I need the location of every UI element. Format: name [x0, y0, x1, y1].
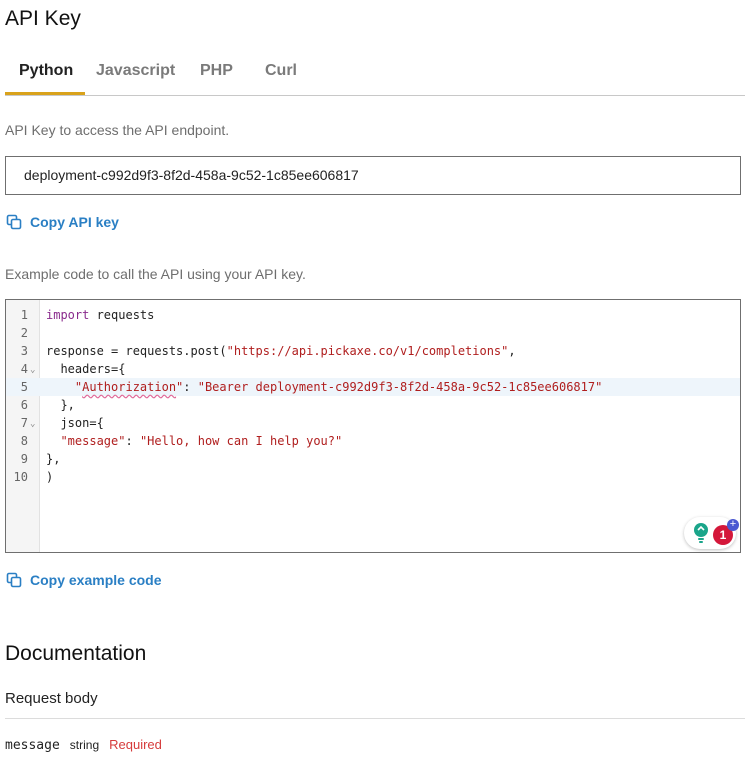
- line-number: 2: [20, 326, 28, 340]
- line-number: 6: [20, 398, 28, 412]
- lightbulb-icon: [694, 523, 708, 543]
- plus-icon: +: [727, 519, 739, 531]
- api-key-field[interactable]: deployment-c992d9f3-8f2d-458a-9c52-1c85e…: [5, 156, 741, 195]
- line-number: 1: [20, 308, 28, 322]
- param-required: Required: [109, 737, 162, 752]
- param-row: message string Required: [5, 737, 162, 753]
- fold-chevron-icon[interactable]: ⌄: [30, 415, 35, 433]
- documentation-title: Documentation: [5, 642, 147, 665]
- line-number: 3: [20, 344, 28, 358]
- fold-chevron-icon[interactable]: ⌄: [30, 361, 35, 379]
- line-number: 7: [20, 416, 28, 430]
- param-name: message: [5, 738, 60, 753]
- code-line: 1 import requests: [6, 306, 740, 324]
- copy-api-key-label: Copy API key: [30, 214, 119, 230]
- active-tab-indicator: [5, 92, 85, 95]
- copy-icon: [6, 572, 22, 588]
- api-key-value: deployment-c992d9f3-8f2d-458a-9c52-1c85e…: [24, 167, 359, 183]
- line-number: 4: [20, 362, 28, 376]
- line-number: 8: [20, 434, 28, 448]
- code-line: 3 response = requests.post("https://api.p…: [6, 342, 740, 360]
- code-line: 5 "Authorization": "Bearer deployment-c9…: [6, 378, 740, 396]
- code-text: },: [46, 398, 75, 412]
- copy-example-code-button[interactable]: Copy example code: [6, 572, 162, 588]
- request-body-heading: Request body: [5, 690, 98, 707]
- code-text: response = requests.post("https://api.pi…: [46, 344, 516, 358]
- code-line: 7 ⌄ json={: [6, 414, 740, 432]
- tab-php[interactable]: PHP: [200, 62, 233, 80]
- line-number: 10: [13, 470, 28, 484]
- code-text: ): [46, 470, 54, 484]
- code-text: "Authorization": "Bearer deployment-c992…: [46, 380, 603, 394]
- copy-api-key-button[interactable]: Copy API key: [6, 214, 119, 230]
- code-text: import requests: [46, 308, 155, 322]
- code-line: 4 ⌄ headers={: [6, 360, 740, 378]
- tab-python[interactable]: Python: [19, 62, 73, 80]
- divider: [5, 718, 745, 719]
- tab-curl[interactable]: Curl: [265, 62, 297, 80]
- line-number: 9: [20, 452, 28, 466]
- example-code-hint: Example code to call the API using your …: [5, 266, 306, 282]
- code-text: },: [46, 452, 61, 466]
- language-tabs: Python Javascript PHP Curl: [5, 52, 745, 96]
- code-line: 9},: [6, 450, 740, 468]
- param-type: string: [69, 738, 100, 752]
- tab-javascript[interactable]: Javascript: [96, 62, 175, 80]
- code-line: 10): [6, 468, 740, 486]
- code-text: json={: [46, 416, 104, 430]
- code-text: "message": "Hello, how can I help you?": [60, 434, 343, 448]
- copy-icon: [6, 214, 22, 230]
- page-title: API Key: [5, 7, 81, 30]
- code-line: 8 "message": "Hello, how can I help you?…: [6, 432, 740, 450]
- code-line: 2: [6, 324, 740, 342]
- code-editor[interactable]: 1 import requests 2 3 response = requests.po…: [5, 299, 741, 553]
- code-text: headers={: [46, 362, 126, 376]
- assistant-button[interactable]: 1 +: [684, 517, 739, 549]
- copy-example-code-label: Copy example code: [30, 572, 162, 588]
- line-number: 5: [20, 380, 28, 394]
- code-line: 6 },: [6, 396, 740, 414]
- api-key-hint: API Key to access the API endpoint.: [5, 122, 230, 138]
